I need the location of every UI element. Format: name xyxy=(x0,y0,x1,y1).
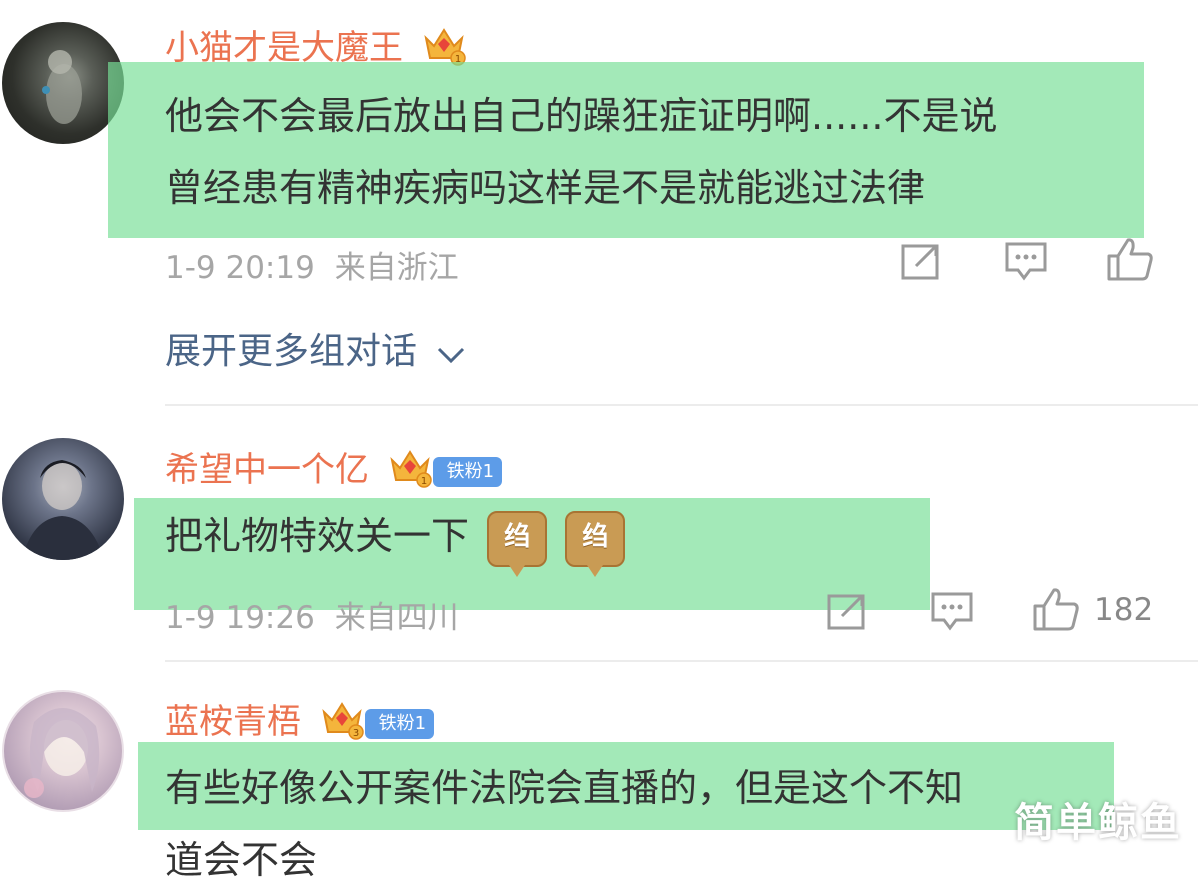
crown-icon: 1 xyxy=(388,446,432,497)
repost-icon[interactable] xyxy=(900,240,942,286)
comment-meta: 1-9 19:26 来自四川 xyxy=(165,600,459,636)
comment-text: 把礼物特效关一下 绉 绉 xyxy=(165,500,626,577)
username[interactable]: 希望中一个亿 1 铁粉1 xyxy=(165,442,503,497)
avatar[interactable] xyxy=(2,690,124,812)
repost-icon[interactable] xyxy=(826,590,868,636)
comment-text: 他会不会最后放出自己的躁狂症证明啊......不是说 曾经患有精神疾病吗这样是不… xyxy=(165,94,998,210)
fan-badge: 铁粉1 xyxy=(364,708,435,739)
watermark: 简单鲸鱼 xyxy=(1014,800,1182,846)
comment-meta: 1-9 20:19 来自浙江 xyxy=(165,250,459,286)
svg-text:1: 1 xyxy=(421,476,427,487)
comment-icon[interactable] xyxy=(930,590,974,636)
divider xyxy=(165,660,1198,662)
sticker-emoji: 绉 xyxy=(565,510,626,577)
avatar[interactable] xyxy=(2,22,124,144)
sticker-emoji: 绉 xyxy=(487,510,548,577)
comment-text: 有些好像公开案件法院会直播的，但是这个不知 道会不会 xyxy=(165,766,964,882)
chevron-down-icon xyxy=(436,333,466,374)
svg-text:3: 3 xyxy=(353,728,359,739)
avatar[interactable] xyxy=(2,438,124,560)
like-icon[interactable] xyxy=(1106,236,1154,286)
username[interactable]: 蓝桉青梧 3 铁粉1 xyxy=(165,694,435,749)
comment-icon[interactable] xyxy=(1004,240,1048,286)
like-icon[interactable] xyxy=(1032,586,1080,636)
expand-conversation-link[interactable]: 展开更多组对话 xyxy=(165,322,466,374)
like-count: 182 xyxy=(1094,592,1154,628)
divider xyxy=(165,404,1198,406)
fan-badge: 铁粉1 xyxy=(432,456,503,487)
